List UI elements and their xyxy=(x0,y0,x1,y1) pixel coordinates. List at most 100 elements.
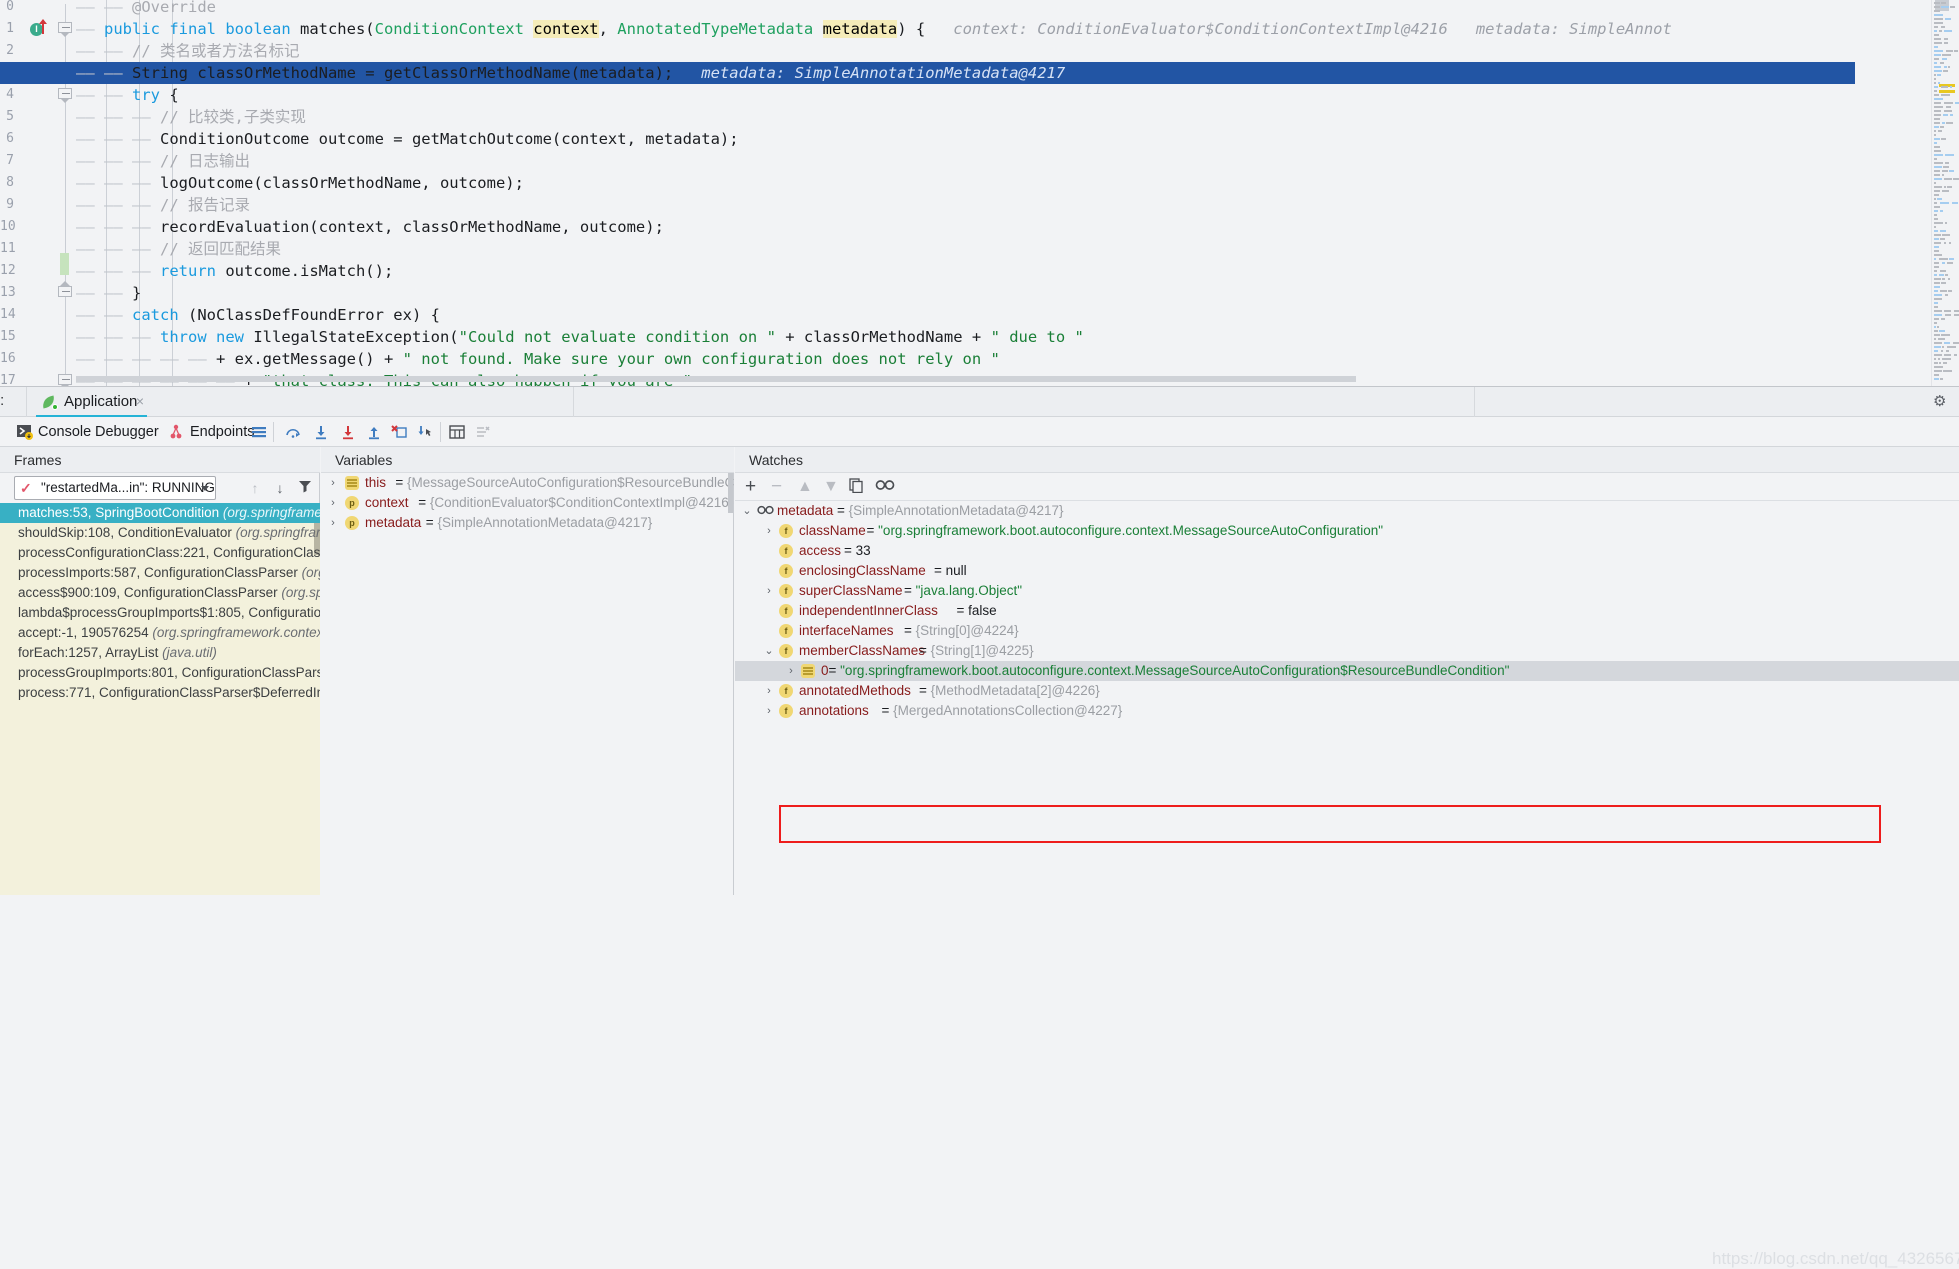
line-number[interactable]: 12 xyxy=(0,260,56,282)
code-line[interactable]: —— —— —— ConditionOutcome outcome = getM… xyxy=(76,128,739,150)
tab-console[interactable]: Console xyxy=(38,417,91,447)
line-number[interactable]: 16 xyxy=(0,348,56,370)
watch-tree-row[interactable]: ⌄ metadata = {SimpleAnnotationMetadata@42… xyxy=(735,501,1959,521)
chevron-right-icon[interactable]: › xyxy=(327,493,339,513)
watch-tree-row[interactable]: f enclosingClassName = null xyxy=(735,561,1959,581)
chevron-right-icon[interactable]: › xyxy=(763,701,775,721)
code-line[interactable]: —— —— —— logOutcome(classOrMethodName, o… xyxy=(76,172,524,194)
chevron-right-icon[interactable]: › xyxy=(763,581,775,601)
fold-marker[interactable] xyxy=(58,281,73,301)
chevron-right-icon[interactable]: › xyxy=(763,521,775,541)
variable-tree-row[interactable]: › p metadata = {SimpleAnnotationMetadata@4… xyxy=(321,513,652,533)
code-line[interactable]: —— —— —— // 日志输出 xyxy=(76,150,250,172)
step-out-icon[interactable] xyxy=(366,424,382,440)
line-number[interactable]: 0 xyxy=(0,0,56,18)
filter-button[interactable] xyxy=(296,479,314,497)
remove-watch-button[interactable]: − xyxy=(771,477,782,496)
line-number[interactable]: 11 xyxy=(0,238,56,260)
code-text[interactable]: —— —— @Override —— public final boolean m… xyxy=(0,0,1931,386)
code-editor[interactable]: 01234567891011121314151617I —— —— @Overr… xyxy=(0,0,1959,386)
tab-endpoints[interactable]: Endpoints xyxy=(190,417,255,447)
move-down-button[interactable]: ▼ xyxy=(823,478,839,496)
chevron-right-icon[interactable] xyxy=(763,561,775,581)
endpoints-icon[interactable] xyxy=(170,424,186,440)
line-number[interactable]: 10 xyxy=(0,216,56,238)
evaluate-expression-icon[interactable] xyxy=(449,424,465,440)
watch-tree-row[interactable]: › f superClassName = "java.lang.Object" xyxy=(735,581,1959,601)
line-number[interactable]: 6 xyxy=(0,128,56,150)
chevron-right-icon[interactable]: › xyxy=(327,513,339,533)
frame-list-item[interactable]: lambda$processGroupImports$1:805, Config… xyxy=(0,603,320,623)
chevron-right-icon[interactable] xyxy=(763,621,775,641)
code-line[interactable]: —— —— —— —— —— + ex.getMessage() + " not… xyxy=(76,348,1000,370)
chevron-right-icon[interactable]: › xyxy=(785,661,797,681)
add-watch-button[interactable]: + xyxy=(745,477,756,496)
drop-frame-icon[interactable] xyxy=(391,424,407,440)
line-number[interactable]: 7 xyxy=(0,150,56,172)
thread-selector[interactable]: ✓ "restartedMa...in": RUNNING xyxy=(14,476,216,500)
code-line[interactable]: —— —— —— // 报告记录 xyxy=(76,194,250,216)
chevron-right-icon[interactable]: › xyxy=(327,473,339,493)
step-into-icon[interactable] xyxy=(313,424,329,440)
code-line[interactable]: —— public final boolean matches(Conditio… xyxy=(76,18,1672,40)
line-number[interactable]: 14 xyxy=(0,304,56,326)
watch-tree-row[interactable]: ⌄ f memberClassNames = {String[1]@4225} xyxy=(735,641,1959,661)
tab-application[interactable]: Application xyxy=(36,387,148,417)
frame-list-item[interactable]: processGroupImports:801, ConfigurationCl… xyxy=(0,663,320,683)
chevron-down-icon[interactable] xyxy=(201,486,209,491)
frame-list-item[interactable]: processImports:587, ConfigurationClassPa… xyxy=(0,563,320,583)
chevron-down-icon[interactable]: ⌄ xyxy=(741,501,753,521)
force-step-into-icon[interactable] xyxy=(340,424,356,440)
watch-tree-row[interactable]: › 0 = "org.springframework.boot.autoconfi… xyxy=(735,661,1959,681)
tab-debugger[interactable]: Debugger xyxy=(95,417,159,447)
line-number[interactable]: 9 xyxy=(0,194,56,216)
variable-tree-row[interactable]: › p context = {ConditionEvaluator$Conditio… xyxy=(321,493,733,513)
frame-list-item[interactable]: access$900:109, ConfigurationClassParser… xyxy=(0,583,320,603)
line-number[interactable]: 17 xyxy=(0,370,56,386)
line-number[interactable]: 1 xyxy=(0,18,56,40)
watch-glasses-icon[interactable] xyxy=(875,478,895,496)
frame-list-item[interactable]: forEach:1257, ArrayList (java.util) xyxy=(0,643,320,663)
watch-tree-row[interactable]: f interfaceNames = {String[0]@4224} xyxy=(735,621,1959,641)
variables-scrollbar[interactable] xyxy=(728,473,733,513)
frames-list[interactable]: matches:53, SpringBootCondition (org.spr… xyxy=(0,503,320,895)
up-arrow-button[interactable]: ↑ xyxy=(246,479,264,497)
watch-tree-row[interactable]: › f annotatedMethods = {MethodMetadata[2]@… xyxy=(735,681,1959,701)
override-method-icon[interactable]: I xyxy=(30,19,47,37)
code-line[interactable]: —— —— catch (NoClassDefFoundError ex) { xyxy=(76,304,440,326)
code-line[interactable]: —— —— } xyxy=(76,282,141,304)
gear-icon[interactable]: ⚙ xyxy=(1933,394,1949,410)
code-line[interactable]: —— —— // 类名或者方法名标记 xyxy=(76,40,300,62)
variable-tree-row[interactable]: › this = {MessageSourceAutoConfiguration$… xyxy=(321,473,734,493)
watch-tree-row[interactable]: › f annotations = {MergedAnnotationsCollec… xyxy=(735,701,1959,721)
code-line[interactable]: —— —— —— // 返回匹配结果 xyxy=(76,238,281,260)
chevron-down-icon[interactable]: ⌄ xyxy=(763,641,775,661)
down-arrow-button[interactable]: ↓ xyxy=(271,479,289,497)
frame-list-item[interactable]: shouldSkip:108, ConditionEvaluator (org.… xyxy=(0,523,320,543)
layout-icon[interactable] xyxy=(251,424,267,440)
watch-tree-row[interactable]: f independentInnerClass = false xyxy=(735,601,1959,621)
mute-breakpoints-icon[interactable] xyxy=(475,424,491,440)
line-number[interactable]: 5 xyxy=(0,106,56,128)
frame-list-item[interactable]: processConfigurationClass:221, Configura… xyxy=(0,543,320,563)
editor-gutter[interactable]: 01234567891011121314151617I xyxy=(0,0,56,386)
line-number[interactable]: 2 xyxy=(0,40,56,62)
console-icon[interactable] xyxy=(17,424,33,440)
watch-tree-row[interactable]: › f className = "org.springframework.boot.… xyxy=(735,521,1959,541)
line-number[interactable]: 4 xyxy=(0,84,56,106)
fold-marker[interactable] xyxy=(58,88,73,103)
code-line[interactable]: —— —— try { xyxy=(76,84,179,106)
run-to-cursor-icon[interactable] xyxy=(417,424,433,440)
watch-tree-row[interactable]: f access = 33 xyxy=(735,541,1959,561)
code-line[interactable]: —— —— String classOrMethodName = getClas… xyxy=(0,62,1855,84)
variables-tree[interactable]: › this = {MessageSourceAutoConfiguration$… xyxy=(321,473,734,895)
editor-horizontal-scrollbar[interactable] xyxy=(76,376,1356,382)
line-number[interactable]: 8 xyxy=(0,172,56,194)
frame-list-item[interactable]: matches:53, SpringBootCondition (org.spr… xyxy=(0,503,320,523)
code-line[interactable]: —— —— —— throw new IllegalStateException… xyxy=(76,326,1084,348)
chevron-right-icon[interactable] xyxy=(763,601,775,621)
close-icon[interactable]: × xyxy=(133,394,147,408)
code-line[interactable]: —— —— —— // 比较类,子类实现 xyxy=(76,106,306,128)
move-up-button[interactable]: ▲ xyxy=(797,478,813,496)
warning-marker-icon[interactable] xyxy=(1939,90,1955,93)
